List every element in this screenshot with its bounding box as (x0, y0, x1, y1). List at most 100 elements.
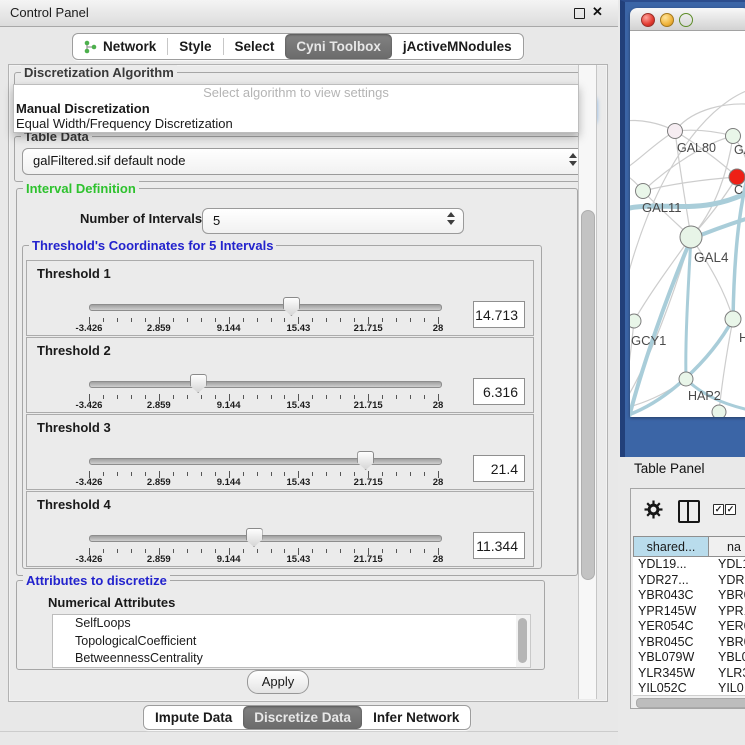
network-node[interactable] (630, 314, 641, 328)
attributes-list-scrollbar[interactable] (516, 614, 531, 668)
network-canvas[interactable]: GAL80GACGAL11GAL4GCY1HHAP2 (630, 31, 745, 417)
table-data-combo[interactable]: galFiltered.sif default node (22, 148, 586, 175)
dropdown-option[interactable]: Equal Width/Frequency Discretization (14, 116, 578, 132)
network-node[interactable] (680, 226, 702, 248)
table-horizontal-scrollbar[interactable] (633, 695, 745, 708)
slider-tick (271, 318, 272, 322)
control-panel-titlebar: Control Panel ✕ (0, 0, 618, 27)
close-icon[interactable]: ✕ (592, 4, 603, 20)
threshold-slider-track[interactable] (89, 304, 442, 311)
table-row[interactable]: YDR27...YDR2 (633, 573, 745, 589)
slider-tick (410, 472, 411, 476)
table-row[interactable]: YBL079WYBL0 (633, 650, 745, 666)
split-columns-icon[interactable] (678, 500, 700, 523)
scrollbar-thumb[interactable] (581, 210, 595, 580)
slider-tick (354, 549, 355, 553)
table-rows[interactable]: YDL19...YDL1YDR27...YDR2YBR043CYBR0YPR14… (633, 557, 745, 698)
scrollbar-thumb[interactable] (636, 698, 745, 708)
slider-tick (284, 318, 285, 322)
float-window-icon[interactable] (574, 8, 585, 19)
network-node[interactable] (679, 372, 693, 386)
tab-infer-network[interactable]: Infer Network (362, 706, 470, 729)
slider-tick-label: 28 (433, 554, 444, 565)
slider-tick-label: 9.144 (217, 554, 241, 565)
network-node[interactable] (726, 129, 741, 144)
table-row[interactable]: YER054CYER0 (633, 619, 745, 635)
table-row[interactable]: YPR145WYPR1 (633, 604, 745, 620)
network-nodes[interactable] (630, 124, 745, 418)
zoom-traffic-light-icon[interactable] (679, 13, 693, 27)
close-traffic-light-icon[interactable] (641, 13, 655, 27)
threshold-value-field[interactable]: 11.344 (473, 532, 525, 559)
network-node[interactable] (668, 124, 683, 139)
threshold-slider-thumb[interactable] (357, 451, 374, 470)
tab-label: Network (103, 39, 156, 54)
threshold-slider-thumb[interactable] (283, 297, 300, 316)
checkbox-icon[interactable]: ✓ (713, 504, 724, 515)
network-node-label: GAL4 (694, 250, 729, 265)
threshold-slider-track[interactable] (89, 381, 442, 388)
combo-arrows-icon[interactable] (569, 153, 577, 166)
attribute-list-item[interactable]: BetweennessCentrality (53, 650, 517, 668)
slider-tick-label: 15.43 (287, 554, 311, 565)
tab-style[interactable]: Style (168, 34, 222, 59)
table-panel-title: Table Panel (634, 461, 705, 476)
slider-tick (117, 318, 118, 322)
tab-select[interactable]: Select (224, 34, 286, 59)
threshold-label: Threshold 3 (37, 420, 111, 435)
table-cell-shared: YBR045C (638, 635, 694, 651)
threshold-slider-track[interactable] (89, 458, 442, 465)
minimize-traffic-light-icon[interactable] (660, 13, 674, 27)
table-cell-name: YBR0 (718, 635, 745, 651)
threshold-slider-thumb[interactable] (190, 374, 207, 393)
slider-tick (187, 472, 188, 476)
tab-label: Select (235, 39, 275, 54)
gear-icon[interactable] (644, 500, 663, 519)
attribute-list-item[interactable]: TopologicalCoefficient (53, 633, 517, 651)
apply-button[interactable]: Apply (247, 670, 309, 694)
table-header-shared[interactable]: shared... (633, 536, 709, 557)
algorithm-dropdown-popup: Select algorithm to view settings Manual… (13, 84, 579, 133)
table-row[interactable]: YBR045C YBR0 (633, 635, 745, 651)
attribute-list-item[interactable]: SelfLoops (53, 615, 517, 633)
table-row[interactable]: YBR043CYBR0 (633, 588, 745, 604)
checkbox-icon[interactable]: ✓ (725, 504, 736, 515)
tab-discretize-data[interactable]: Discretize Data (243, 706, 362, 729)
slider-tick (117, 395, 118, 399)
threshold-value-field[interactable]: 14.713 (473, 301, 525, 328)
table-row[interactable]: YLR345WYLR3 (633, 666, 745, 682)
threshold-slider-track[interactable] (89, 535, 442, 542)
slider-tick (284, 472, 285, 476)
tab-impute-data[interactable]: Impute Data (144, 706, 243, 729)
table-header-name[interactable]: na (708, 536, 745, 557)
slider-tick (326, 549, 327, 553)
dropdown-placeholder-option[interactable]: Select algorithm to view settings (14, 85, 578, 101)
network-node[interactable] (725, 311, 741, 327)
tab-jactivemnodules[interactable]: jActiveMNodules (392, 34, 523, 59)
slider-tick (243, 318, 244, 322)
slider-tick (201, 549, 202, 553)
tab-cyni-toolbox[interactable]: Cyni Toolbox (285, 34, 392, 59)
tab-network[interactable]: Network (73, 34, 167, 59)
slider-tick (424, 549, 425, 553)
numerical-attributes-label: Numerical Attributes (48, 595, 175, 610)
table-row[interactable]: YDL19...YDL1 (633, 557, 745, 573)
number-of-intervals-spinner[interactable]: 5 (202, 208, 464, 234)
numerical-attributes-list[interactable]: SelfLoopsTopologicalCoefficientBetweenne… (52, 614, 518, 668)
table-cell-shared: YER054C (638, 619, 694, 635)
panel-vertical-scrollbar[interactable] (578, 65, 597, 699)
table-cell-name: YBL0 (718, 650, 745, 666)
threshold-value-field[interactable]: 6.316 (473, 378, 525, 405)
network-node[interactable] (712, 405, 726, 417)
threshold-panel: Threshold 1-3.4262.8599.14415.4321.71528… (26, 260, 534, 336)
network-node[interactable] (636, 184, 651, 199)
slider-tick (103, 472, 104, 476)
spinner-arrows-icon[interactable] (447, 212, 455, 225)
dropdown-option[interactable]: Manual Discretization (14, 101, 578, 117)
threshold-panel: Threshold 2-3.4262.8599.14415.4321.71528… (26, 337, 534, 413)
slider-tick-label: 9.144 (217, 400, 241, 411)
slider-tick-label: 9.144 (217, 323, 241, 334)
threshold-value-field[interactable]: 21.4 (473, 455, 525, 482)
tab-label: Discretize Data (254, 710, 351, 725)
threshold-slider-thumb[interactable] (246, 528, 263, 547)
